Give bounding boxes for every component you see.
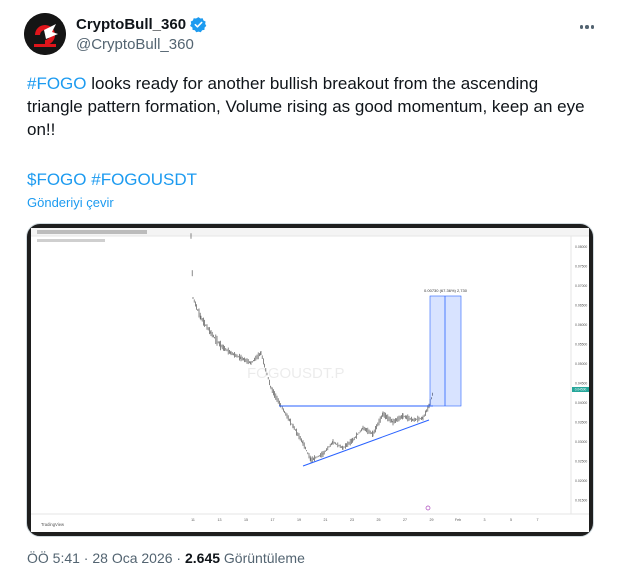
y-tick-label: 0.04000 <box>575 401 587 405</box>
x-tick-label: 27 <box>403 518 407 522</box>
x-tick-label: Feb <box>455 518 461 522</box>
y-tick-label: 0.01500 <box>575 499 587 503</box>
x-tick-label: 11 <box>191 518 195 522</box>
y-tick-label: 0.05000 <box>575 362 587 366</box>
y-tick-label: 0.07500 <box>575 265 587 269</box>
post-media[interactable]: FOGOUSDT.P 0.00730 (67.36%) 2,730 0.0450… <box>26 223 594 537</box>
view-count: 2.645 <box>184 550 221 566</box>
y-tick-label: 0.06000 <box>575 323 587 327</box>
y-tick-label: 0.05500 <box>575 343 587 347</box>
post-header: CryptoBull_360 @CryptoBull_360 <box>24 13 599 57</box>
x-tick-label: 23 <box>350 518 354 522</box>
price-chart: FOGOUSDT.P 0.00730 (67.36%) 2,730 0.0450… <box>31 228 589 532</box>
chart-title-bar <box>37 230 147 234</box>
post-timestamp[interactable]: ÖÖ 5:41 · 28 Oca 2026 · <box>27 550 185 566</box>
view-label: Görüntüleme <box>220 550 305 566</box>
x-tick-label: 29 <box>430 518 434 522</box>
x-tick-label: 19 <box>297 518 301 522</box>
x-tick-label: 21 <box>324 518 328 522</box>
x-tick-label: 25 <box>377 518 381 522</box>
y-tick-label: 0.02000 <box>575 479 587 483</box>
x-tick-label: 3 <box>484 518 486 522</box>
chart-symbol-bar <box>37 239 105 242</box>
hashtag-link[interactable]: #FOGO <box>27 74 87 93</box>
post-tags: $FOGO #FOGOUSDT <box>27 168 197 191</box>
verified-badge-icon <box>190 17 207 33</box>
y-tick-label: 0.07000 <box>575 284 587 288</box>
target-box <box>429 295 462 407</box>
y-tick-label: 0.06500 <box>575 304 587 308</box>
more-options-icon[interactable] <box>575 17 599 37</box>
price-tag-label: 0.04500 <box>575 388 587 392</box>
x-tick-label: 17 <box>271 518 275 522</box>
post-text: #FOGO looks ready for another bullish br… <box>27 72 587 141</box>
y-tick-label: 0.03500 <box>575 421 587 425</box>
tradingview-logo: TradingView <box>41 522 65 527</box>
y-tick-label: 0.03000 <box>575 440 587 444</box>
y-tick-label: 0.04500 <box>575 382 587 386</box>
bull-logo-avatar[interactable] <box>24 13 66 55</box>
post-footer: ÖÖ 5:41 · 28 Oca 2026 · 2.645 Görüntülem… <box>27 550 305 566</box>
chart-image: FOGOUSDT.P 0.00730 (67.36%) 2,730 0.0450… <box>31 228 589 532</box>
translate-post-link[interactable]: Gönderiyi çevir <box>27 195 114 210</box>
chart-watermark: FOGOUSDT.P <box>247 365 345 382</box>
hashtag-link-2[interactable]: #FOGOUSDT <box>91 170 197 189</box>
x-tick-label: 7 <box>537 518 539 522</box>
author-handle[interactable]: @CryptoBull_360 <box>76 36 194 53</box>
x-tick-label: 15 <box>244 518 248 522</box>
y-tick-label: 0.02500 <box>575 460 587 464</box>
cashtag-link[interactable]: $FOGO <box>27 170 87 189</box>
x-tick-label: 5 <box>510 518 512 522</box>
post-body: looks ready for another bullish breakout… <box>27 74 585 139</box>
target-label: 0.00730 (67.36%) 2,730 <box>424 288 468 293</box>
x-tick-label: 13 <box>218 518 222 522</box>
author-display-name[interactable]: CryptoBull_360 <box>76 16 186 33</box>
y-tick-label: 0.08000 <box>575 245 587 249</box>
